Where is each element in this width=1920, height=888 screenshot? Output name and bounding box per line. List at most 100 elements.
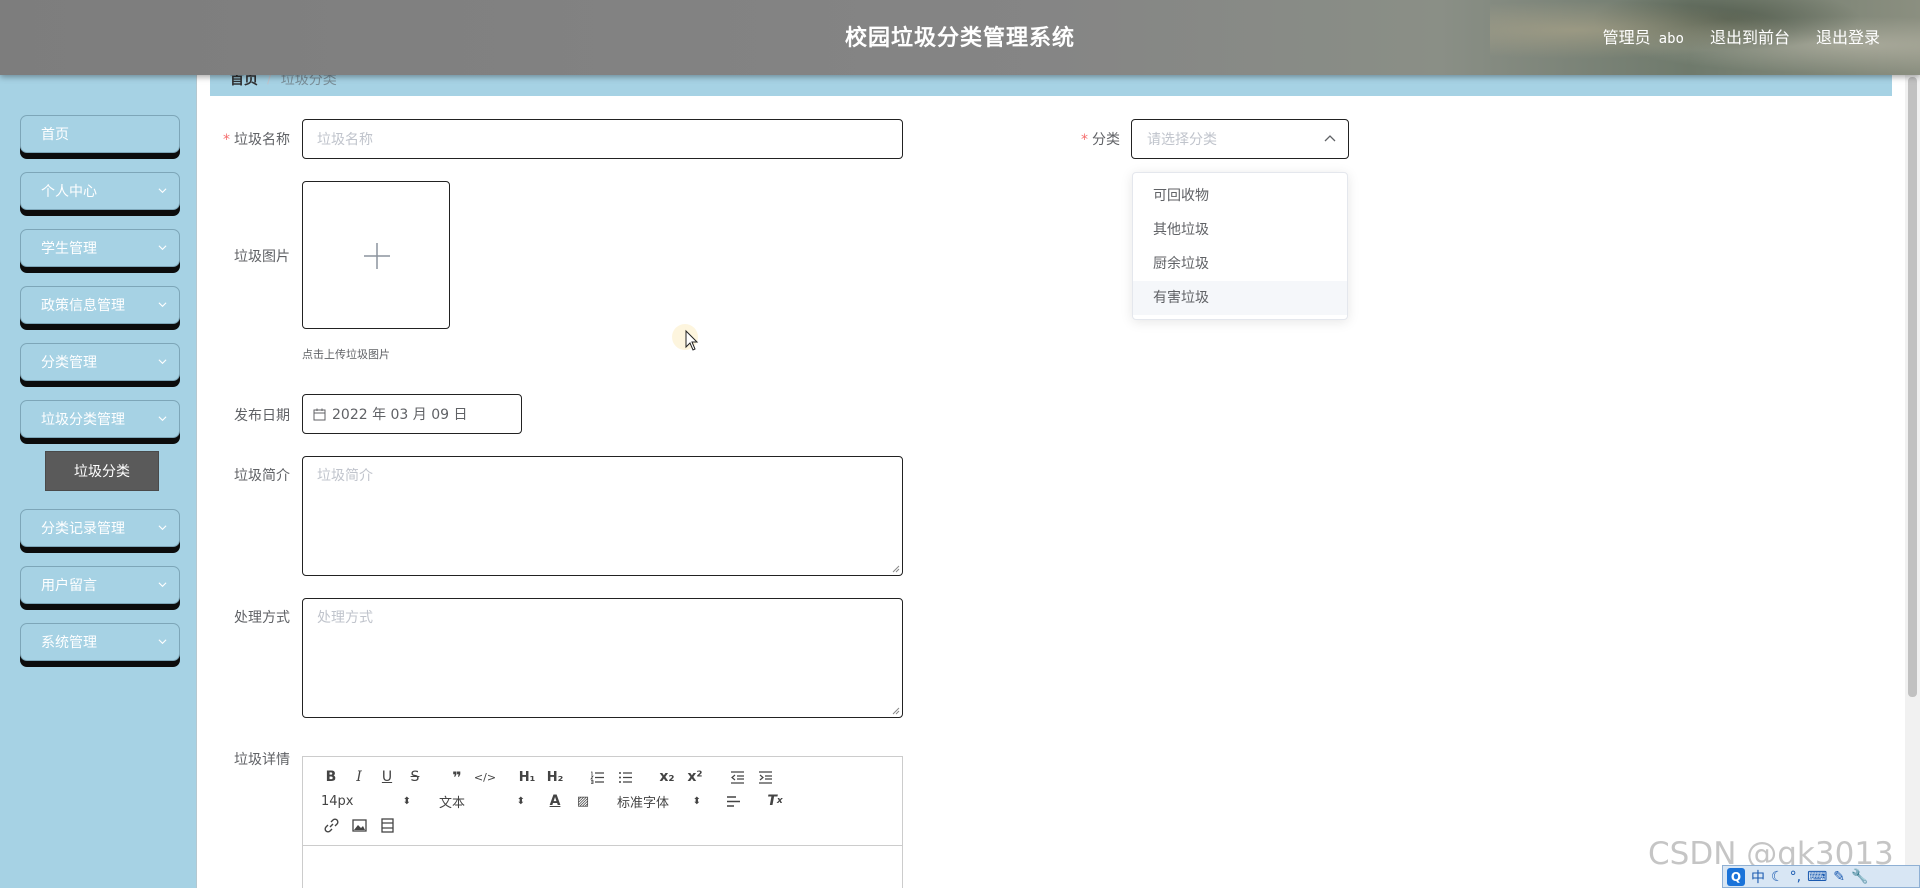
outdent-icon[interactable] bbox=[723, 765, 751, 789]
category-option-other[interactable]: 其他垃圾 bbox=[1133, 213, 1347, 247]
category-placeholder: 请选择分类 bbox=[1147, 132, 1217, 148]
font-family-select[interactable]: 标准字体 ⬍ bbox=[605, 789, 705, 813]
sidebar-item-students[interactable]: 学生管理 bbox=[20, 229, 180, 267]
category-option-kitchen[interactable]: 厨余垃圾 bbox=[1133, 247, 1347, 281]
superscript-icon[interactable]: x² bbox=[681, 765, 709, 789]
font-color-icon[interactable]: A bbox=[541, 789, 569, 813]
required-mark: * bbox=[223, 132, 230, 148]
resize-grip-icon[interactable] bbox=[891, 706, 900, 715]
sidebar-item-messages[interactable]: 用户留言 bbox=[20, 566, 180, 604]
sidebar-item-label: 分类管理 bbox=[41, 355, 97, 371]
category-dropdown: 可回收物 其他垃圾 厨余垃圾 有害垃圾 bbox=[1132, 172, 1348, 320]
sidebar-item-label: 垃圾分类管理 bbox=[41, 412, 125, 428]
video-icon[interactable] bbox=[373, 813, 401, 837]
method-placeholder: 处理方式 bbox=[317, 610, 373, 626]
upload-hint: 点击上传垃圾图片 bbox=[302, 348, 390, 361]
category-label-text: 分类 bbox=[1092, 132, 1120, 148]
resize-grip-icon[interactable] bbox=[891, 564, 900, 573]
scrollbar-thumb[interactable] bbox=[1908, 77, 1917, 697]
sidebar-item-category[interactable]: 分类管理 bbox=[20, 343, 180, 381]
align-icon[interactable] bbox=[719, 789, 747, 813]
wrench-icon[interactable]: 🔧 bbox=[1851, 869, 1868, 885]
sidebar-item-system[interactable]: 系统管理 bbox=[20, 623, 180, 661]
background-color-icon[interactable]: ▨ bbox=[569, 789, 597, 813]
font-family-value: 标准字体 bbox=[617, 795, 670, 811]
header-select-value: 文本 bbox=[439, 795, 466, 811]
updown-icon: ⬍ bbox=[516, 795, 525, 807]
sidebar-item-policy[interactable]: 政策信息管理 bbox=[20, 286, 180, 324]
indent-icon[interactable] bbox=[751, 765, 779, 789]
moon-icon[interactable]: ☾ bbox=[1771, 869, 1784, 885]
intro-placeholder: 垃圾简介 bbox=[317, 468, 373, 484]
chevron-down-icon bbox=[158, 582, 167, 588]
ordered-list-icon[interactable] bbox=[583, 765, 611, 789]
tools-icon[interactable]: ✎ bbox=[1833, 869, 1845, 885]
heading-2-icon[interactable]: H₂ bbox=[541, 765, 569, 789]
logout-link[interactable]: 退出登录 bbox=[1816, 24, 1880, 48]
sidebar-item-records[interactable]: 分类记录管理 bbox=[20, 509, 180, 547]
header-select[interactable]: 文本 ⬍ bbox=[429, 789, 529, 813]
blockquote-icon[interactable]: ❞ bbox=[443, 765, 471, 789]
font-size-value: 14px bbox=[321, 793, 354, 809]
detail-label: 垃圾详情 bbox=[234, 752, 290, 768]
link-icon[interactable] bbox=[317, 813, 345, 837]
italic-icon[interactable]: I bbox=[345, 765, 373, 789]
ime-language[interactable]: 中 bbox=[1751, 867, 1765, 887]
chevron-down-icon bbox=[158, 359, 167, 365]
back-to-front-link[interactable]: 退出到前台 bbox=[1710, 24, 1790, 48]
user-role: 管理员 bbox=[1602, 28, 1651, 47]
sidebar-subitem-garbage[interactable]: 垃圾分类 bbox=[45, 451, 159, 491]
sidebar-item-label: 分类记录管理 bbox=[41, 521, 125, 537]
keyboard-icon[interactable]: ⌨ bbox=[1807, 869, 1827, 885]
category-label: * 分类 bbox=[1070, 129, 1120, 149]
category-option-recyclable[interactable]: 可回收物 bbox=[1133, 179, 1347, 213]
sidebar-item-label: 用户留言 bbox=[41, 578, 97, 594]
image-upload-box[interactable] bbox=[302, 181, 450, 329]
updown-icon: ⬍ bbox=[692, 795, 701, 807]
sidebar-item-garbage-classification[interactable]: 垃圾分类管理 bbox=[20, 400, 180, 438]
date-label: 发布日期 bbox=[234, 408, 290, 424]
code-block-icon[interactable]: </> bbox=[471, 765, 499, 789]
sidebar-item-home[interactable]: 首页 bbox=[20, 115, 180, 153]
category-select[interactable]: 请选择分类 bbox=[1131, 119, 1349, 159]
category-option-hazardous[interactable]: 有害垃圾 bbox=[1133, 281, 1347, 315]
punctuation-icon[interactable]: °, bbox=[1790, 869, 1801, 885]
chevron-down-icon bbox=[158, 416, 167, 422]
intro-textarea[interactable]: 垃圾简介 bbox=[302, 456, 903, 576]
page-scrollbar[interactable] bbox=[1905, 75, 1920, 888]
bold-icon[interactable]: B bbox=[317, 765, 345, 789]
current-user: 管理员 abo bbox=[1603, 24, 1684, 48]
sidebar-menu: 首页 个人中心 学生管理 政策信息管理 分类管理 垃圾分类管理 垃圾分类 分类记… bbox=[20, 115, 180, 680]
calendar-icon bbox=[313, 408, 326, 420]
publish-date-value: 2022 年 03 月 09 日 bbox=[332, 407, 468, 423]
chevron-down-icon bbox=[158, 302, 167, 308]
updown-icon: ⬍ bbox=[402, 795, 411, 807]
method-textarea[interactable]: 处理方式 bbox=[302, 598, 903, 718]
sidebar-item-personal-center[interactable]: 个人中心 bbox=[20, 172, 180, 210]
sidebar-item-label: 个人中心 bbox=[41, 184, 97, 200]
bullet-list-icon[interactable] bbox=[611, 765, 639, 789]
clear-format-icon[interactable]: Tx bbox=[761, 789, 789, 813]
required-mark: * bbox=[1081, 132, 1088, 148]
intro-label: 垃圾简介 bbox=[234, 468, 290, 484]
image-icon[interactable] bbox=[345, 813, 373, 837]
sidebar: 首页 个人中心 学生管理 政策信息管理 分类管理 垃圾分类管理 垃圾分类 分类记… bbox=[0, 75, 197, 888]
rich-text-editor: B I U S ❞ </> H₁ H₂ x₂ x² 14px ⬍ 文本 ⬍ A … bbox=[302, 756, 903, 888]
toolbar-row-1: B I U S ❞ </> H₁ H₂ x₂ x² bbox=[317, 765, 779, 789]
subscript-icon[interactable]: x₂ bbox=[653, 765, 681, 789]
publish-date-picker[interactable]: 2022 年 03 月 09 日 bbox=[302, 394, 522, 434]
ime-toolbar[interactable]: Q 中 ☾ °, ⌨ ✎ 🔧 bbox=[1722, 865, 1920, 888]
name-label: * 垃圾名称 bbox=[210, 129, 290, 149]
font-size-select[interactable]: 14px ⬍ bbox=[317, 789, 417, 813]
chevron-down-icon bbox=[158, 245, 167, 251]
name-label-text: 垃圾名称 bbox=[234, 132, 290, 148]
sidebar-item-label: 政策信息管理 bbox=[41, 298, 125, 314]
garbage-name-placeholder: 垃圾名称 bbox=[317, 132, 373, 148]
heading-1-icon[interactable]: H₁ bbox=[513, 765, 541, 789]
garbage-name-input[interactable]: 垃圾名称 bbox=[302, 119, 903, 159]
strikethrough-icon[interactable]: S bbox=[401, 765, 429, 789]
chevron-down-icon bbox=[158, 525, 167, 531]
chevron-up-icon bbox=[1324, 135, 1336, 142]
editor-toolbar: B I U S ❞ </> H₁ H₂ x₂ x² 14px ⬍ 文本 ⬍ A … bbox=[303, 757, 902, 846]
underline-icon[interactable]: U bbox=[373, 765, 401, 789]
